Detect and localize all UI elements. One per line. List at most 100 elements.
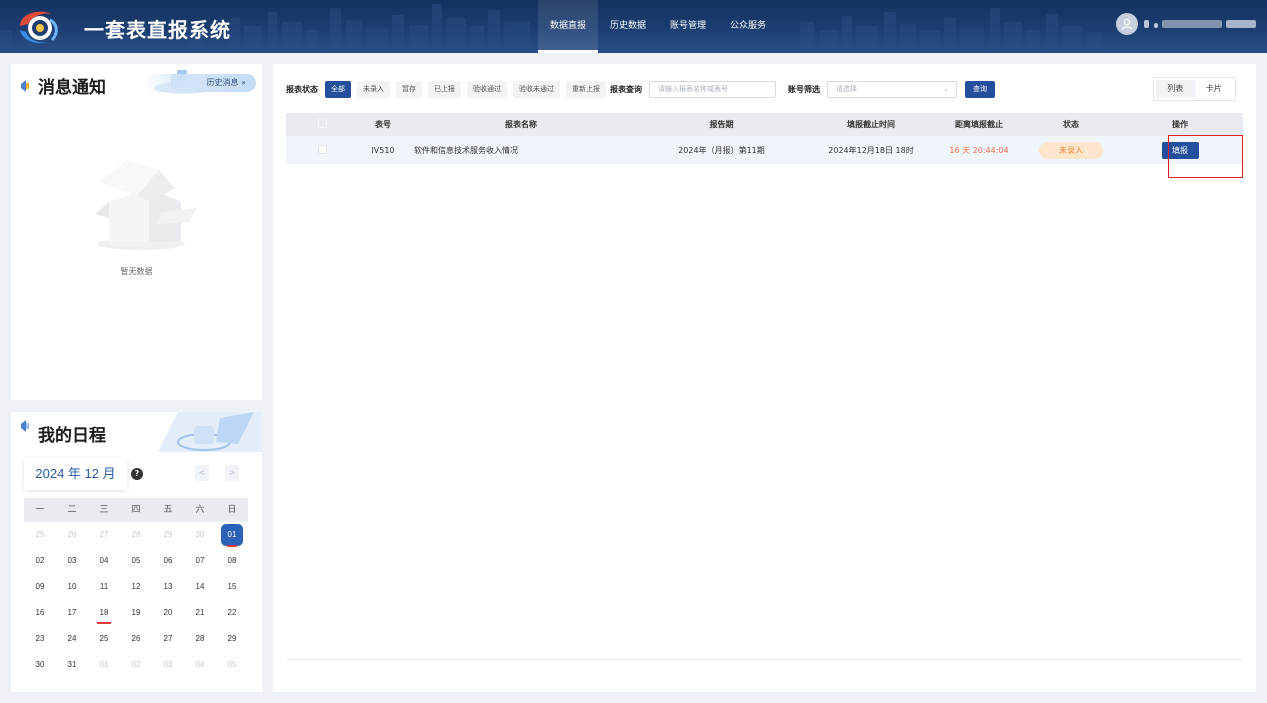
calendar-day[interactable]: 25 <box>88 626 120 652</box>
calendar-day[interactable]: 02 <box>24 548 56 574</box>
column-header: 报告期 <box>709 120 734 129</box>
calendar-day[interactable]: 03 <box>56 548 88 574</box>
calendar-day[interactable]: 07 <box>184 548 216 574</box>
weekday-label: 三 <box>99 505 109 515</box>
search-input[interactable]: 请输入报表名称或表号 <box>649 80 776 98</box>
empty-box-icon <box>95 160 197 250</box>
calendar-day[interactable]: 30 <box>184 522 216 548</box>
calendar-day[interactable]: 17 <box>56 600 88 626</box>
calendar-day[interactable]: 29 <box>216 626 248 652</box>
calendar-day[interactable]: 14 <box>184 574 216 600</box>
month-picker[interactable]: 2024 年 12 月 <box>24 458 127 490</box>
app-title: 一套表直报系统 <box>84 18 231 42</box>
table-row[interactable]: IV510 软件和信息技术服务收入情况 2024年（月报）第11期 2024年1… <box>286 136 1243 164</box>
speaker-icon <box>21 420 29 432</box>
calendar-day[interactable]: 20 <box>152 600 184 626</box>
weekday-label: 五 <box>163 505 173 515</box>
row-checkbox[interactable] <box>317 144 327 154</box>
column-header: 操作 <box>1172 120 1188 129</box>
account-select[interactable]: 请选择 ⌄ <box>827 80 957 98</box>
calendar-day[interactable]: 13 <box>152 574 184 600</box>
weekday-label: 一 <box>35 505 45 515</box>
user-menu[interactable]: ▾ <box>1116 13 1267 35</box>
calendar-day[interactable]: 27 <box>88 522 120 548</box>
avatar[interactable] <box>1116 13 1138 35</box>
calendar-day[interactable]: 25 <box>24 522 56 548</box>
calendar-day[interactable]: 02 <box>120 652 152 678</box>
calendar-day[interactable]: 23 <box>24 626 56 652</box>
calendar-day[interactable]: 08 <box>216 548 248 574</box>
calendar-day[interactable]: 26 <box>120 626 152 652</box>
status-cell: 未录入 <box>1025 141 1117 159</box>
calendar-day[interactable]: 30 <box>24 652 56 678</box>
report-deadline: 2024年12月18日 18时 <box>828 145 914 155</box>
weekday-label: 六 <box>195 505 205 515</box>
calendar-day[interactable]: 15 <box>216 574 248 600</box>
select-all-cell <box>286 119 358 130</box>
status-filter-submitted[interactable]: 已上报 <box>428 80 461 98</box>
schedule-banner-icon <box>158 412 262 452</box>
calendar-week-row: 25 26 27 28 29 30 01 <box>24 522 248 548</box>
list-view-button[interactable]: 列表 <box>1156 80 1195 98</box>
calendar-day[interactable]: 28 <box>120 522 152 548</box>
history-messages-button[interactable]: 历史消息 » <box>144 74 256 92</box>
status-filter-resubmitted[interactable]: 重新上报 <box>566 80 606 98</box>
status-filter-draft[interactable]: 暂存 <box>396 80 422 98</box>
status-filter-rejected[interactable]: 验收未通过 <box>513 80 560 98</box>
search-label: 报表查询 <box>610 84 642 94</box>
calendar-day[interactable]: 27 <box>152 626 184 652</box>
calendar-day[interactable]: 16 <box>24 600 56 626</box>
report-code: IV510 <box>371 145 395 155</box>
view-toggle: 列表 卡片 <box>1153 77 1236 101</box>
calendar-day[interactable]: 19 <box>120 600 152 626</box>
calendar-day[interactable]: 12 <box>120 574 152 600</box>
column-header: 表号 <box>375 120 391 129</box>
help-icon[interactable]: ? <box>131 468 143 480</box>
nav-item-data-report[interactable]: 数据直报 <box>538 0 599 53</box>
row-select-cell <box>286 144 358 156</box>
calendar-day[interactable]: 03 <box>152 652 184 678</box>
calendar-day[interactable]: 11 <box>88 574 120 600</box>
schedule-title: 我的日程 <box>38 426 106 446</box>
next-month-button[interactable]: > <box>225 465 239 481</box>
weekday-label: 二 <box>67 505 77 515</box>
status-filter-not-entered[interactable]: 未录入 <box>357 80 390 98</box>
main-nav: 数据直报 历史数据 账号管理 公众服务 <box>538 0 778 53</box>
status-filter-all[interactable]: 全部 <box>325 80 351 98</box>
query-button[interactable]: 查询 <box>965 80 995 98</box>
card-view-button[interactable]: 卡片 <box>1195 80 1234 98</box>
calendar-day[interactable]: 28 <box>184 626 216 652</box>
select-all-checkbox[interactable] <box>317 119 327 128</box>
status-filter-approved[interactable]: 验收通过 <box>467 80 507 98</box>
calendar-week-row: 02 03 04 05 06 07 08 <box>24 548 248 574</box>
calendar-day[interactable]: 04 <box>88 548 120 574</box>
calendar-day[interactable]: 05 <box>120 548 152 574</box>
calendar-day[interactable]: 22 <box>216 600 248 626</box>
report-table: 表号 报表名称 报告期 填报截止时间 距离填报截止 状态 操作 IV510 软件… <box>286 113 1243 164</box>
calendar-week-row: 16 17 18 19 20 21 22 <box>24 600 248 626</box>
calendar-day[interactable]: 26 <box>56 522 88 548</box>
calendar-day[interactable]: 24 <box>56 626 88 652</box>
calendar-day[interactable]: 18 <box>88 600 120 626</box>
calendar-day[interactable]: 04 <box>184 652 216 678</box>
column-header: 填报截止时间 <box>847 120 895 129</box>
calendar-day[interactable]: 29 <box>152 522 184 548</box>
calendar-week-row: 23 24 25 26 27 28 29 <box>24 626 248 652</box>
calendar-day[interactable]: 09 <box>24 574 56 600</box>
calendar-day[interactable]: 10 <box>56 574 88 600</box>
nav-item-history-data[interactable]: 历史数据 <box>598 0 658 53</box>
calendar-day[interactable]: 31 <box>56 652 88 678</box>
calendar-day[interactable]: 05 <box>216 652 248 678</box>
calendar-day[interactable]: 01 <box>88 652 120 678</box>
calendar-day[interactable]: 21 <box>184 600 216 626</box>
report-name[interactable]: 软件和信息技术服务收入情况 <box>408 145 634 156</box>
nav-item-public-service[interactable]: 公众服务 <box>718 0 778 53</box>
status-filter-label: 报表状态 <box>286 84 318 94</box>
weekday-label: 日 <box>227 505 237 515</box>
nav-item-account-management[interactable]: 账号管理 <box>658 0 718 53</box>
prev-month-button[interactable]: < <box>195 465 209 481</box>
app-logo <box>20 11 58 44</box>
calendar-day[interactable]: 06 <box>152 548 184 574</box>
calendar-day[interactable]: 01 <box>216 522 248 548</box>
top-header: 一套表直报系统 数据直报 历史数据 账号管理 公众服务 ▾ <box>0 0 1267 53</box>
